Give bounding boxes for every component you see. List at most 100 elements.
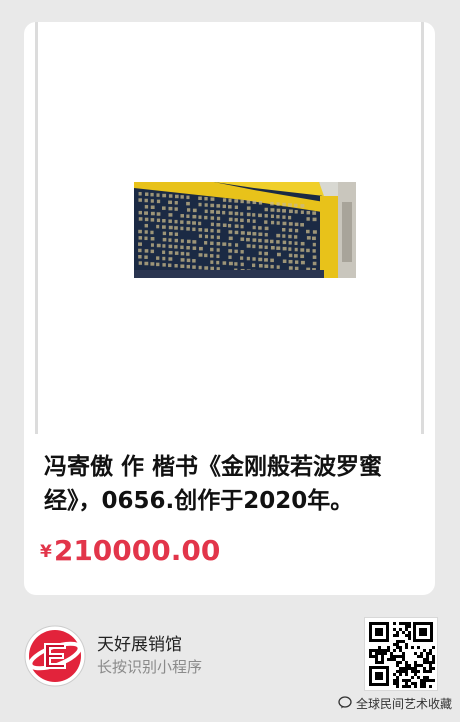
qr-module [393,658,396,661]
calligraphy-character [204,203,208,207]
calligraphy-character [228,255,232,259]
qr-module [429,685,432,688]
calligraphy-character [294,203,298,208]
calligraphy-character [294,210,298,214]
calligraphy-character [150,262,155,266]
qr-module [402,667,405,670]
calligraphy-character [198,265,202,270]
calligraphy-character [168,238,172,242]
calligraphy-character [240,224,244,229]
shop-name: 天好展销馆 [97,635,182,655]
calligraphy-character [168,225,173,230]
calligraphy-character [174,245,178,249]
calligraphy-character [228,249,233,253]
calligraphy-character [210,216,215,220]
calligraphy-character [162,231,167,236]
calligraphy-character [174,219,178,224]
calligraphy-character [162,237,167,242]
calligraphy-character [156,256,160,260]
calligraphy-character [162,193,167,198]
qr-module [423,658,426,661]
calligraphy-character [270,239,274,244]
calligraphy-character [252,219,256,223]
calligraphy-character [144,192,149,196]
qr-module [432,667,435,670]
qr-module [432,658,435,661]
qr-module [426,676,429,679]
qr-module [423,661,426,664]
qr-module [429,649,432,652]
calligraphy-character [264,264,269,268]
chat-bubble-icon [338,695,352,712]
calligraphy-character [216,241,221,246]
calligraphy-character [264,220,268,224]
calligraphy-character [186,195,190,200]
calligraphy-character [180,195,184,199]
qr-module [426,652,429,655]
calligraphy-character [204,215,208,220]
calligraphy-character [240,212,244,216]
calligraphy-character [300,204,305,208]
calligraphy-character [186,252,190,256]
calligraphy-character [144,236,148,241]
calligraphy-character [144,205,149,209]
qr-module [405,667,408,670]
qr-module [408,634,411,637]
calligraphy-character [186,227,190,231]
calligraphy-character [156,212,161,216]
qr-module [402,655,405,658]
qr-module [399,655,402,658]
calligraphy-character [294,228,299,233]
calligraphy-character [258,264,263,268]
qr-module [378,652,381,655]
qr-module [411,676,414,679]
calligraphy-character [312,236,316,241]
calligraphy-character [210,254,214,258]
calligraphy-character [216,229,221,233]
calligraphy-character [240,256,244,260]
mini-program-footer[interactable]: 天好展销馆 长按识别小程序 全球民间艺术收藏 [0,595,460,722]
calligraphy-character [294,254,298,258]
qr-module [411,670,414,673]
calligraphy-character [276,202,280,206]
calligraphy-character [288,266,293,270]
calligraphy-character [192,221,196,225]
calligraphy-character [198,234,203,238]
qr-module [390,652,393,655]
calligraphy-character [168,263,172,268]
qr-module [393,679,396,682]
calligraphy-character [204,253,208,258]
calligraphy-character [156,218,161,223]
calligraphy-character [180,258,185,262]
qr-module [417,676,420,679]
calligraphy-character [252,238,257,242]
calligraphy-character [138,255,142,259]
calligraphy-character [156,262,160,267]
calligraphy-character [300,223,305,227]
calligraphy-character [234,249,238,254]
calligraphy-character [216,216,221,221]
calligraphy-character [228,198,232,203]
qr-module [426,655,429,658]
product-image-area[interactable] [35,22,424,434]
calligraphy-character [198,202,202,207]
calligraphy-character [300,260,305,265]
calligraphy-character [180,264,185,268]
calligraphy-character [276,214,280,219]
calligraphy-character [288,222,293,226]
calligraphy-character [186,239,191,244]
calligraphy-character [204,228,209,232]
calligraphy-character [312,255,317,259]
calligraphy-character [150,218,155,222]
calligraphy-character [246,212,251,217]
qr-module [375,661,378,664]
qr-code-icon[interactable] [364,617,438,691]
calligraphy-character [264,239,269,243]
product-card[interactable]: 冯寄傲 作 楷书《金刚般若波罗蜜经》，0656.创作于2020年。 ¥21000… [24,22,435,595]
qr-module [426,658,429,661]
calligraphy-character [150,237,155,241]
calligraphy-character [264,214,268,218]
qr-module [399,667,402,670]
qr-module [420,685,423,688]
calligraphy-character [186,246,190,250]
